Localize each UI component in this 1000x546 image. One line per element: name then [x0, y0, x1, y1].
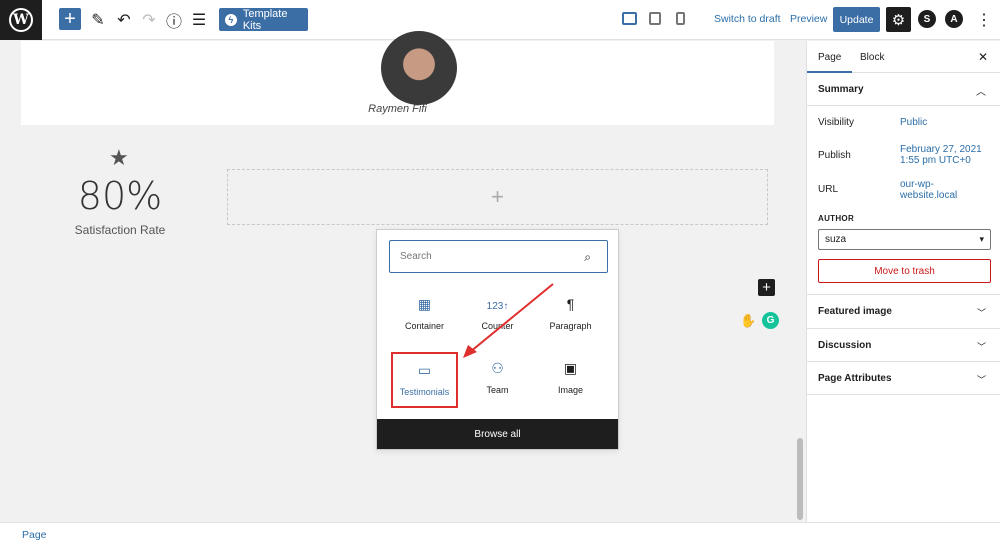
- container-icon: ▦: [417, 296, 432, 312]
- discussion-panel[interactable]: Discussion ﹀: [807, 328, 1000, 362]
- chevron-down-icon: ﹀: [976, 375, 986, 385]
- url-value[interactable]: our-wp- website.local: [900, 179, 957, 201]
- hand-icon: ✋: [740, 313, 757, 328]
- block-team[interactable]: ⚇ Team: [464, 352, 531, 408]
- block-inserter-popover: Search ⌕ ▦ Container 123↑ Counter ¶ Para…: [376, 229, 619, 450]
- tab-block[interactable]: Block: [860, 52, 884, 63]
- plugin-a-icon[interactable]: A: [945, 10, 963, 28]
- summary-panel-header[interactable]: Summary ︿: [807, 73, 1000, 106]
- paragraph-icon: ¶: [566, 296, 575, 312]
- mobile-preview-icon[interactable]: [676, 12, 685, 25]
- chevron-down-icon: ▾: [979, 234, 984, 244]
- tools-pencil-icon[interactable]: ✎: [86, 8, 110, 32]
- plugin-s-icon[interactable]: S: [918, 10, 936, 28]
- block-image[interactable]: ▣ Image: [537, 352, 604, 408]
- author-label: AUTHOR: [818, 214, 855, 223]
- more-options-icon[interactable]: ⋮: [976, 10, 992, 30]
- desktop-preview-icon[interactable]: [622, 12, 637, 25]
- author-select[interactable]: suza ▾: [818, 229, 991, 250]
- block-paragraph[interactable]: ¶ Paragraph: [537, 288, 604, 344]
- block-container[interactable]: ▦ Container: [391, 288, 458, 344]
- browse-all-button[interactable]: Browse all: [377, 419, 618, 449]
- canvas-scrollbar[interactable]: [797, 438, 803, 520]
- chevron-up-icon: ︿: [976, 87, 986, 98]
- sidebar-tabs: Page Block ✕: [806, 41, 1000, 73]
- stat-label: Satisfaction Rate: [74, 223, 166, 237]
- add-block-button[interactable]: +: [59, 8, 81, 30]
- stat-value: 80%: [77, 174, 163, 218]
- team-icon: ⚇: [491, 360, 504, 376]
- switch-to-draft-button[interactable]: Switch to draft: [714, 13, 781, 25]
- star-icon: ★: [109, 145, 129, 170]
- publish-value[interactable]: February 27, 2021 1:55 pm UTC+0: [900, 144, 982, 166]
- testimonials-icon: ▭: [417, 362, 432, 378]
- close-icon[interactable]: ✕: [978, 50, 988, 64]
- search-icon: ⌕: [584, 250, 591, 264]
- chevron-down-icon: ﹀: [976, 308, 986, 318]
- top-toolbar: W + ✎ ↶ ↷ ⓘ ☰ ϟ Template Kits Switch to …: [0, 0, 1000, 40]
- tab-page[interactable]: Page: [806, 52, 853, 73]
- page-attributes-panel[interactable]: Page Attributes ﹀: [807, 361, 1000, 395]
- chevron-down-icon: ﹀: [976, 342, 986, 352]
- counter-icon: 123↑: [486, 301, 509, 312]
- testimonial-card: Raymen Fifi: [21, 31, 774, 125]
- grammarly-icon[interactable]: G: [762, 312, 779, 329]
- url-label: URL: [818, 184, 839, 195]
- breadcrumb[interactable]: Page: [22, 529, 47, 541]
- visibility-value[interactable]: Public: [900, 117, 927, 128]
- bolt-icon: ϟ: [225, 13, 237, 26]
- publish-label: Publish: [818, 150, 851, 161]
- avatar: [381, 31, 457, 105]
- visibility-label: Visibility: [818, 117, 854, 128]
- block-counter[interactable]: 123↑ Counter: [464, 288, 531, 344]
- details-info-icon[interactable]: ⓘ: [162, 8, 186, 32]
- block-appender[interactable]: +: [227, 169, 768, 225]
- redo-icon[interactable]: ↷: [137, 8, 161, 32]
- featured-image-panel[interactable]: Featured image ﹀: [807, 294, 1000, 328]
- undo-icon[interactable]: ↶: [112, 8, 136, 32]
- person-name: Raymen Fifi: [368, 103, 427, 115]
- footer-breadcrumb-bar: Page: [0, 522, 1000, 546]
- inline-add-block-button[interactable]: +: [758, 279, 775, 296]
- settings-sidebar: Page Block ✕ Summary ︿ Visibility Public…: [806, 41, 1000, 522]
- tablet-preview-icon[interactable]: [649, 12, 661, 25]
- wordpress-logo-icon[interactable]: W: [0, 0, 42, 40]
- move-to-trash-button[interactable]: Move to trash: [818, 259, 991, 283]
- template-kits-button[interactable]: ϟ Template Kits: [219, 8, 308, 32]
- settings-gear-icon[interactable]: ⚙: [886, 7, 911, 32]
- block-testimonials[interactable]: ▭ Testimonials: [391, 352, 458, 408]
- search-input[interactable]: Search ⌕: [389, 240, 608, 273]
- list-view-icon[interactable]: ☰: [187, 8, 211, 32]
- image-icon: ▣: [563, 360, 578, 376]
- plus-icon: +: [491, 184, 504, 209]
- update-button[interactable]: Update: [833, 7, 880, 32]
- preview-button[interactable]: Preview: [790, 13, 827, 25]
